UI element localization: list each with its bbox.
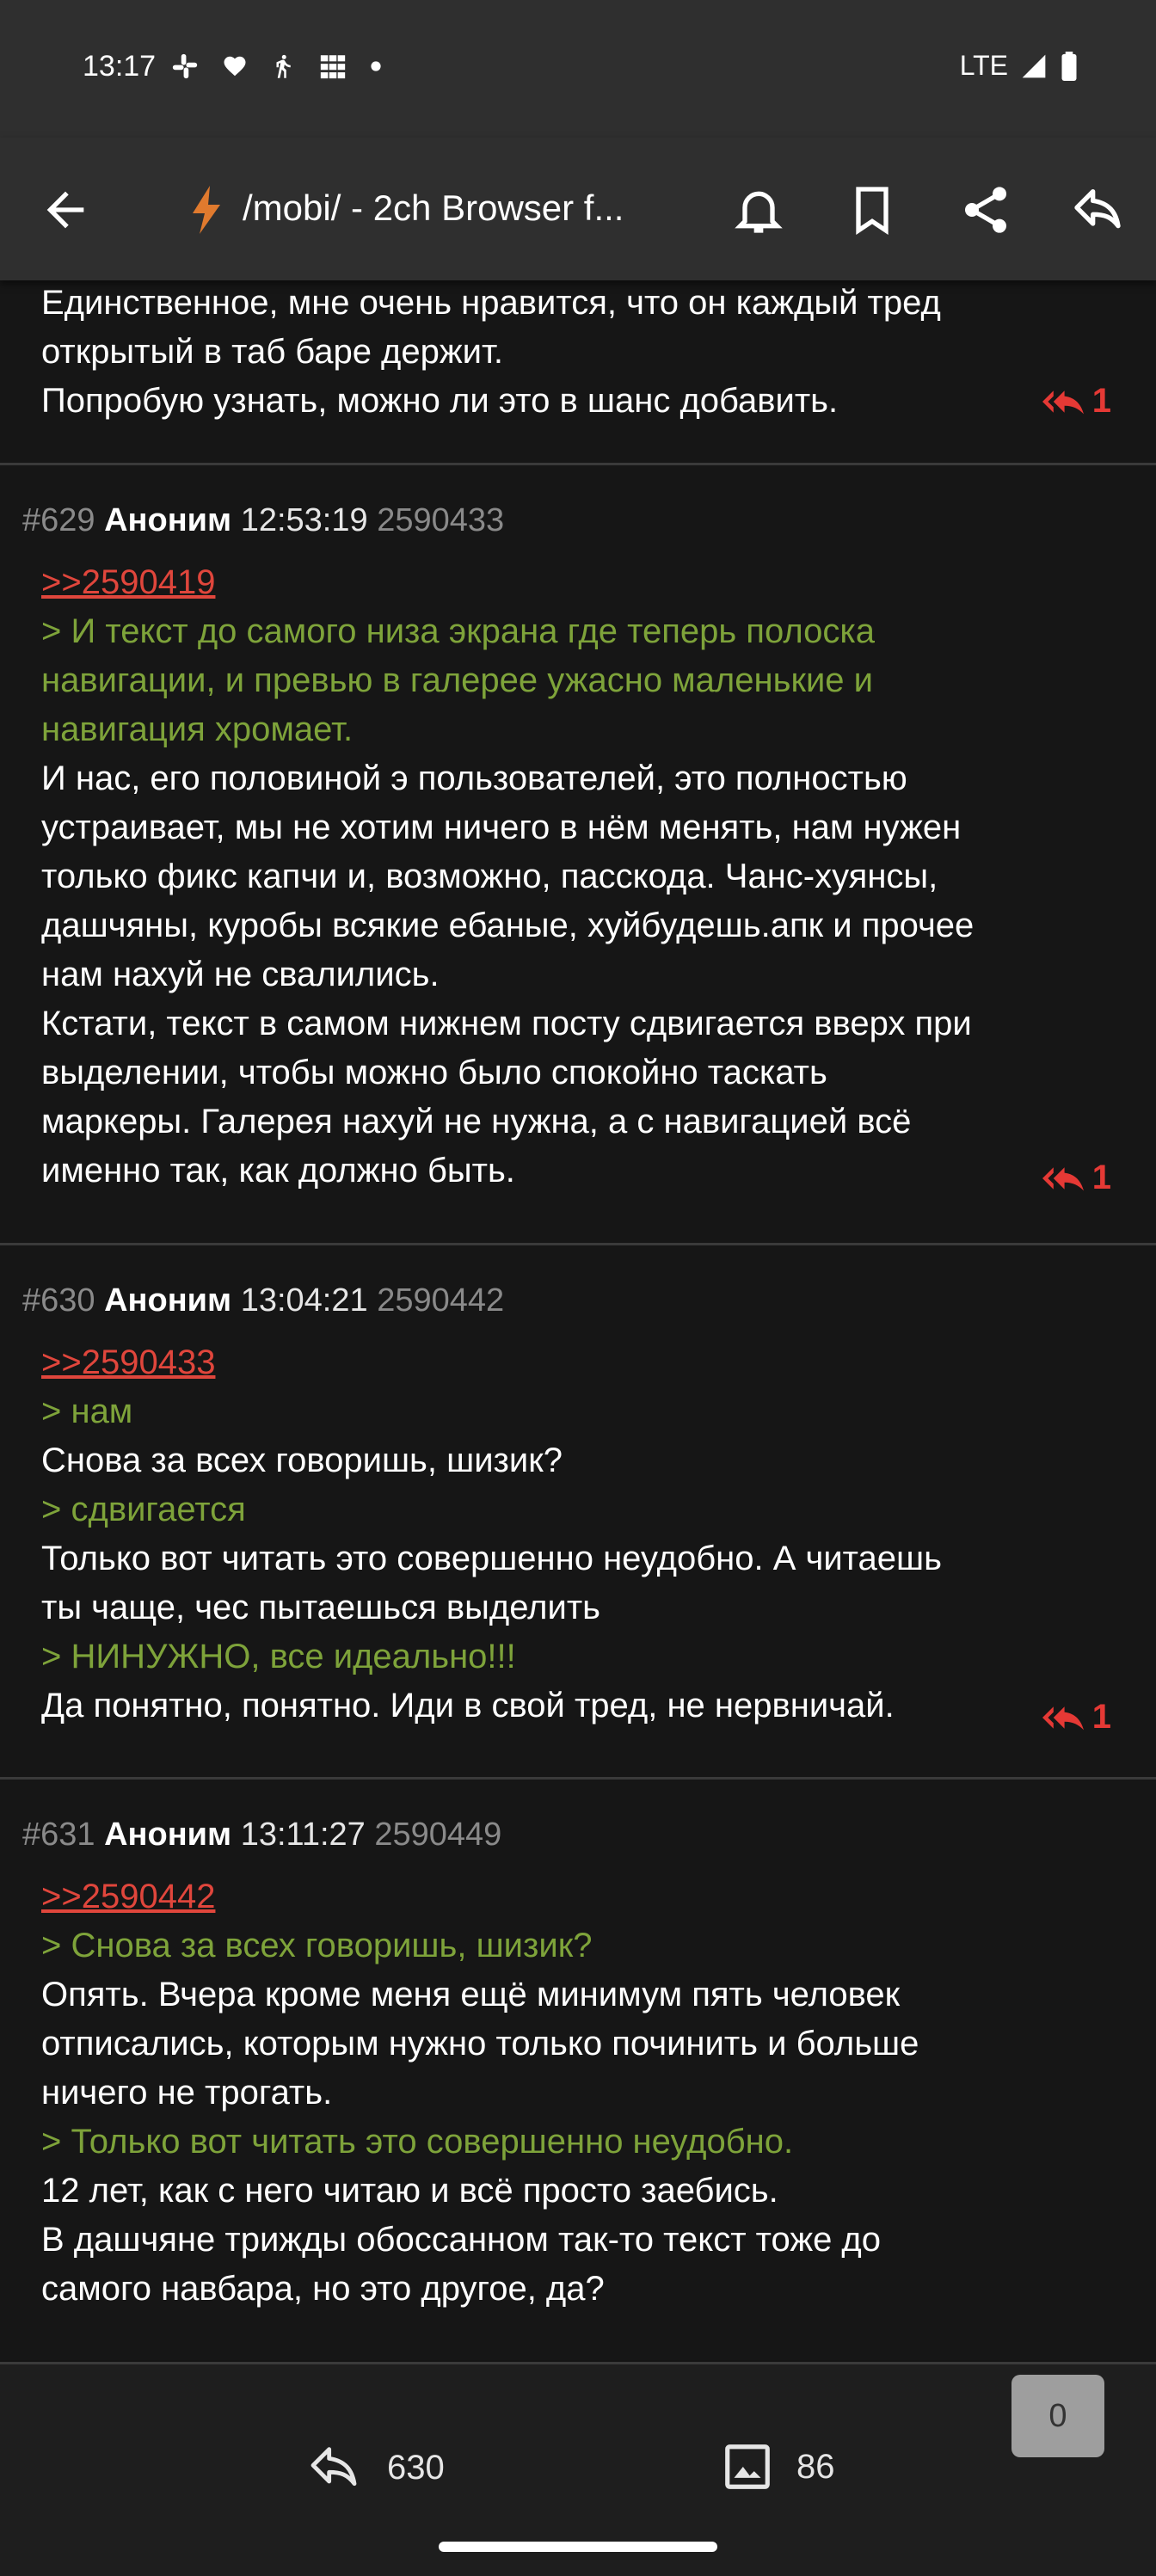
post-text: ничего не трогать. xyxy=(41,2074,333,2112)
lightning-logo-icon xyxy=(193,186,220,234)
post-text: ты чаще, чес пытаешься выделить xyxy=(41,1589,600,1626)
image-icon xyxy=(725,2444,770,2489)
thread-content[interactable]: Единственное, мне очень нравится, что он… xyxy=(0,280,1156,2360)
replies-badge[interactable]: 1 xyxy=(1042,382,1111,421)
post-quote: > И текст до самого низа экрана где тепе… xyxy=(41,612,875,650)
share-icon[interactable] xyxy=(958,182,1013,237)
post-header: #629 Аноним 12:53:19 2590433 xyxy=(0,465,1156,539)
reply-all-icon xyxy=(1042,1706,1084,1730)
post-text: маркеры. Галерея нахуй не нужна, а с нав… xyxy=(41,1103,912,1140)
reply-link[interactable]: >>2590433 xyxy=(41,1338,1122,1387)
post-text: дашчяны, куробы всякие ебаные, хуйбудешь… xyxy=(41,907,975,944)
post-text: Кстати, текст в самом нижнем посту сдвиг… xyxy=(41,1005,972,1042)
post-text: выделении, чтобы можно было спокойно тас… xyxy=(41,1054,827,1091)
post-quote: > Снова за всех говоришь, шизик? xyxy=(41,1927,593,1964)
post-body: >>2590433 > нам Снова за всех говоришь, … xyxy=(0,1319,1156,1765)
post-text: Да понятно, понятно. Иди в свой тред, не… xyxy=(41,1687,895,1725)
unread-counter[interactable]: 0 xyxy=(1012,2375,1104,2457)
post-text: Единственное, мне очень нравится, что он… xyxy=(41,284,941,322)
post: Единственное, мне очень нравится, что он… xyxy=(0,280,1156,465)
post-text: устраивает, мы не хотим ничего в нём мен… xyxy=(41,808,962,846)
status-bar: 13:17 LTE xyxy=(0,0,1156,138)
post-header: #630 Аноним 13:04:21 2590442 xyxy=(0,1245,1156,1319)
post-text: открытый в таб баре держит. xyxy=(41,333,503,371)
app-bar: /mobi/ - 2ch Browser f... xyxy=(0,138,1156,280)
post-quote: > сдвигается xyxy=(41,1491,246,1528)
post-text: В дашчяне трижды обоссанном так-то текст… xyxy=(41,2221,882,2259)
post-text: Попробую узнать, можно ли это в шанс доб… xyxy=(41,382,839,420)
home-indicator[interactable] xyxy=(439,2542,717,2552)
post-quote: навигация хромает. xyxy=(41,710,354,748)
reply-all-icon xyxy=(1042,390,1084,414)
bottom-bar: 630 86 0 xyxy=(0,2362,1156,2576)
thread-title[interactable]: /mobi/ - 2ch Browser f... xyxy=(243,188,647,229)
status-right: LTE xyxy=(960,50,1079,82)
post-quote: > Только вот читать это совершенно неудо… xyxy=(41,2123,794,2161)
reply-icon[interactable] xyxy=(1070,182,1125,237)
post-author: Аноним xyxy=(104,502,232,538)
post-time: 13:11:27 xyxy=(240,1817,366,1853)
post-quote: навигации, и превью в галерее ужасно мал… xyxy=(41,661,873,699)
images-count: 86 xyxy=(796,2447,835,2486)
post-number[interactable]: #630 xyxy=(22,1282,95,1319)
post-text: Снова за всех говоришь, шизик? xyxy=(41,1442,563,1479)
post-text: отписались, которым нужно только починит… xyxy=(41,2025,919,2063)
post-text: Только вот читать это совершенно неудобн… xyxy=(41,1540,942,1577)
post-631: #631 Аноним 13:11:27 2590449 >>2590442 >… xyxy=(0,1780,1156,2360)
walking-icon xyxy=(276,54,291,78)
signal-icon xyxy=(1022,54,1046,77)
posts-count: 630 xyxy=(387,2448,445,2487)
post-number[interactable]: #631 xyxy=(22,1817,95,1853)
post-text: именно так, как должно быть. xyxy=(41,1152,515,1190)
post-author: Аноним xyxy=(104,1282,232,1319)
post-body: >>2590419 > И текст до самого низа экран… xyxy=(0,539,1156,1230)
reply-link[interactable]: >>2590442 xyxy=(41,1872,1122,1921)
dot-icon xyxy=(371,61,381,71)
post-id[interactable]: 2590449 xyxy=(374,1817,501,1853)
status-time: 13:17 xyxy=(83,50,157,83)
post-id[interactable]: 2590442 xyxy=(377,1282,504,1319)
reply-all-icon xyxy=(1042,1166,1084,1190)
post-text: только фикс капчи и, возможно, пасскода.… xyxy=(41,858,938,895)
status-icons xyxy=(170,52,382,81)
post-text: Опять. Вчера кроме меня ещё минимум пять… xyxy=(41,1976,901,2013)
post-text: И нас, его половиной э пользователей, эт… xyxy=(41,759,907,797)
post-text: нам нахуй не свалились. xyxy=(41,956,440,993)
post-text: самого навбара, но это другое, да? xyxy=(41,2270,605,2308)
posts-count-button[interactable]: 630 xyxy=(303,2440,445,2495)
gallery-button[interactable]: 86 xyxy=(721,2440,835,2493)
slack-icon xyxy=(172,53,198,79)
network-type: LTE xyxy=(959,50,1008,81)
bookmark-icon[interactable] xyxy=(845,182,900,237)
post-author: Аноним xyxy=(104,1817,232,1853)
post-quote: > нам xyxy=(41,1393,133,1430)
replies-badge[interactable]: 1 xyxy=(1042,1698,1111,1737)
post-text: 12 лет, как с него читаю и всё просто за… xyxy=(41,2172,778,2210)
post-629: #629 Аноним 12:53:19 2590433 >>2590419 >… xyxy=(0,465,1156,1245)
post-time: 12:53:19 xyxy=(240,502,368,538)
post-time: 13:04:21 xyxy=(240,1282,368,1319)
post-header: #631 Аноним 13:11:27 2590449 xyxy=(0,1780,1156,1854)
post-body: Единственное, мне очень нравится, что он… xyxy=(0,280,1156,460)
post-number[interactable]: #629 xyxy=(22,502,95,538)
reply-icon xyxy=(311,2447,357,2487)
replies-badge[interactable]: 1 xyxy=(1042,1159,1111,1197)
battery-icon xyxy=(1061,51,1077,81)
grid-icon xyxy=(320,55,346,79)
post-630: #630 Аноним 13:04:21 2590442 >>2590433 >… xyxy=(0,1245,1156,1780)
heart-icon xyxy=(224,56,246,77)
post-quote: > НИНУЖНО, все идеально!!! xyxy=(41,1638,516,1675)
reply-link[interactable]: >>2590419 xyxy=(41,558,1122,607)
post-id[interactable]: 2590433 xyxy=(377,502,504,538)
post-body: >>2590442 > Снова за всех говоришь, шизи… xyxy=(0,1854,1156,2348)
back-arrow-icon[interactable] xyxy=(38,182,93,237)
bell-icon[interactable] xyxy=(731,182,786,237)
